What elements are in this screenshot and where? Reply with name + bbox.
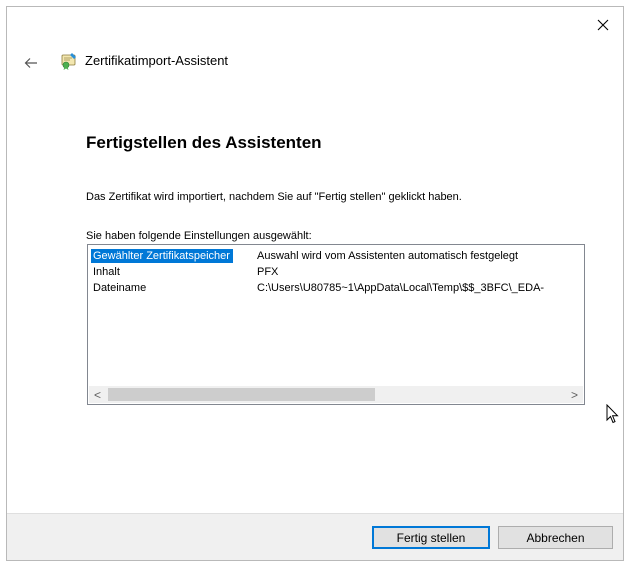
settings-row-filename[interactable]: Dateiname C:\Users\U80785~1\AppData\Loca… <box>93 280 548 296</box>
scroll-right-button[interactable]: > <box>566 386 583 403</box>
horizontal-scrollbar[interactable]: < > <box>89 386 583 403</box>
setting-name: Inhalt <box>93 266 120 278</box>
back-arrow-icon <box>24 58 37 68</box>
page-heading: Fertigstellen des Assistenten <box>86 133 322 152</box>
close-icon <box>597 19 609 31</box>
button-bar: Fertig stellen Abbrechen <box>7 513 623 560</box>
setting-name: Dateiname <box>93 282 147 294</box>
setting-value: Auswahl wird vom Assistenten automatisch… <box>257 250 519 262</box>
wizard-window: Zertifikatimport-Assistent Fertigstellen… <box>6 6 624 561</box>
wizard-title: Zertifikatimport-Assistent <box>85 53 229 68</box>
mouse-cursor-icon <box>606 404 619 424</box>
setting-name: Gewählter Zertifikatspeicher <box>91 249 233 263</box>
close-button[interactable] <box>593 15 613 35</box>
description-text: Das Zertifikat wird importiert, nachdem … <box>86 191 462 203</box>
settings-list[interactable]: Gewählter Zertifikatspeicher Auswahl wir… <box>87 244 585 405</box>
settings-table: Gewählter Zertifikatspeicher Auswahl wir… <box>91 248 548 296</box>
finish-button[interactable]: Fertig stellen <box>372 526 490 549</box>
cancel-button[interactable]: Abbrechen <box>498 526 613 549</box>
certificate-icon <box>61 53 76 70</box>
settings-row-store[interactable]: Gewählter Zertifikatspeicher Auswahl wir… <box>91 248 548 264</box>
chevron-left-icon: < <box>93 387 101 402</box>
setting-value: PFX <box>257 266 279 278</box>
chevron-right-icon: > <box>570 387 578 402</box>
settings-label: Sie haben folgende Einstellungen ausgewä… <box>86 230 312 242</box>
setting-value: C:\Users\U80785~1\AppData\Local\Temp\$$_… <box>257 282 545 294</box>
scroll-left-button[interactable]: < <box>89 386 106 403</box>
back-button[interactable] <box>21 53 41 73</box>
scrollbar-thumb[interactable] <box>108 388 375 401</box>
settings-row-content[interactable]: Inhalt PFX <box>93 264 548 280</box>
